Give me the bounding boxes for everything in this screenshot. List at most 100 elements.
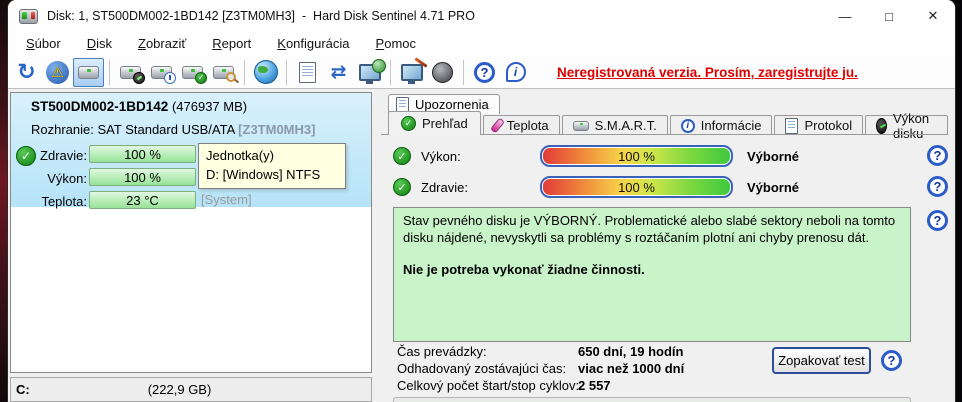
network-disks-icon [253, 60, 278, 84]
sound-button[interactable] [427, 58, 458, 87]
menu-subor[interactable]: Súbor [13, 34, 74, 54]
menu-zobrazit[interactable]: Zobraziť [125, 34, 199, 54]
disk-search-icon [213, 65, 236, 82]
disk-list-item-selected[interactable]: ST500DM002-1BD142 (476937 MB) Rozhranie:… [11, 93, 371, 209]
performance-value: 100 % [543, 148, 730, 164]
status-help-icon[interactable] [927, 210, 948, 231]
disk-icon [78, 65, 99, 79]
performance-row-label: Výkon: [421, 149, 461, 164]
temperature-label: Teplota: [41, 194, 87, 209]
health-help-icon[interactable] [927, 176, 948, 197]
disk-health-button[interactable] [177, 58, 208, 87]
report-button[interactable] [292, 58, 323, 87]
tab-label: Informácie [700, 118, 762, 133]
status-text-box: Stav pevného disku je VÝBORNÝ. Problemat… [393, 207, 911, 342]
help-button[interactable] [469, 58, 500, 87]
menu-bar: Súbor Disk Zobraziť Report Konfigurácia … [8, 32, 955, 56]
disk-performance-button[interactable] [115, 58, 146, 87]
tab-label: Teplota [506, 118, 549, 133]
remote-computer-button[interactable] [354, 58, 386, 87]
sound-icon [432, 61, 453, 83]
performance-help-icon[interactable] [927, 145, 948, 166]
disk-list: ST500DM002-1BD142 (476937 MB) Rozhranie:… [10, 92, 372, 373]
refresh-button[interactable]: ↻ [11, 58, 42, 87]
sync-button[interactable]: ⇄ [323, 58, 354, 87]
volume-tooltip-title: Jednotka(y) [206, 148, 274, 163]
gauge-icon [876, 117, 887, 134]
refresh-icon: ↻ [17, 59, 36, 84]
health-gradient-bar: 100 % [540, 176, 733, 198]
tab-label: Upozornenia [415, 97, 489, 112]
sync-icon: ⇄ [330, 61, 347, 83]
tab-protokol[interactable]: Protokol [774, 115, 864, 135]
hardware-test-icon [400, 63, 423, 84]
tab-label: Výkon disku [892, 110, 930, 141]
status-action-text: Nie je potreba vykonať žiadne činnosti. [403, 262, 645, 278]
partition-drive-letter: C: [16, 382, 30, 397]
tab-smart[interactable]: S.M.A.R.T. [561, 115, 668, 135]
tab-vykon-disku[interactable]: Výkon disku [865, 111, 948, 141]
performance-ok-icon [393, 147, 411, 165]
app-window: Disk: 1, ST500DM002-1BD142 [Z3TM0MH3] - … [8, 0, 955, 402]
disk-health-icon [182, 65, 207, 84]
overview-check-icon [401, 116, 416, 131]
disk-performance-icon [120, 65, 145, 84]
health-row-label: Zdravie: [421, 180, 468, 195]
menu-konfiguracia[interactable]: Konfigurácia [264, 34, 362, 54]
toolbar-separator [390, 59, 391, 85]
health-bar: 100 % [89, 145, 196, 163]
health-rating: Výborné [747, 180, 800, 195]
toolbar: ↻ ⚠ ⇄ Neregistrovaná verzia. Prosím, zar… [8, 56, 955, 89]
tab-label: Prehľad [422, 116, 468, 131]
start-stop-count-value: 2 557 [578, 378, 611, 393]
app-icon [19, 8, 38, 24]
retest-button[interactable]: Zopakovať test [772, 347, 871, 374]
tab-label: S.M.A.R.T. [594, 118, 657, 133]
window-controls: — □ ✕ [823, 0, 955, 32]
disk-alert-button[interactable]: ⚠ [42, 58, 73, 87]
disk-serial: [Z3TM0MH3] [238, 122, 316, 137]
power-on-time-label: Čas prevádzky: [397, 344, 487, 359]
tab-teplota[interactable]: Teplota [482, 115, 560, 135]
tab-strip: Prehľad Teplota S.M.A.R.T. Informácie [388, 111, 950, 141]
disk-interface-label: Rozhranie: [31, 122, 94, 137]
toolbar-separator [244, 59, 245, 85]
start-stop-count-label: Celkový počet štart/stop cyklov: [397, 378, 580, 393]
hardware-test-button[interactable] [396, 58, 427, 87]
disk-interface-value: SAT Standard USB/ATA [97, 122, 235, 137]
info-button[interactable] [500, 58, 531, 87]
performance-bar: 100 % [89, 168, 196, 186]
partition-row[interactable]: C: (222,9 GB) [10, 377, 372, 402]
health-ok-icon [393, 178, 411, 196]
tab-prehlad[interactable]: Prehľad [388, 111, 481, 135]
volume-tooltip: Jednotka(y) D: [Windows] NTFS [198, 143, 346, 189]
toolbar-separator [463, 59, 464, 85]
retest-help-icon[interactable] [881, 350, 902, 371]
disk-model: ST500DM002-1BD142 [31, 99, 169, 114]
performance-gradient-bar: 100 % [540, 145, 733, 167]
volume-tooltip-line: D: [Windows] NTFS [206, 166, 321, 182]
tab-label: Protokol [804, 118, 853, 133]
tab-informacie[interactable]: Informácie [669, 115, 773, 135]
toolbar-separator [286, 59, 287, 85]
close-button[interactable]: ✕ [911, 0, 955, 32]
health-value: 100 % [543, 179, 730, 195]
unregistered-notice-link[interactable]: Neregistrovaná verzia. Prosím, zaregistr… [557, 65, 858, 80]
menu-disk[interactable]: Disk [74, 34, 125, 54]
next-section-edge [393, 397, 911, 402]
toolbar-separator [109, 59, 110, 85]
menu-report[interactable]: Report [199, 34, 264, 54]
smart-disk-icon [572, 120, 589, 131]
minimize-button[interactable]: — [823, 0, 867, 32]
help-icon [474, 61, 495, 83]
thermometer-icon [489, 117, 505, 134]
network-disks-button[interactable] [250, 58, 281, 87]
disk-schedule-icon [151, 65, 176, 84]
disk-schedule-button[interactable] [146, 58, 177, 87]
maximize-button[interactable]: □ [867, 0, 911, 32]
disk-view-button[interactable] [73, 57, 104, 87]
window-title: Disk: 1, ST500DM002-1BD142 [Z3TM0MH3] - … [47, 9, 475, 23]
menu-pomoc[interactable]: Pomoc [363, 34, 429, 54]
title-bar: Disk: 1, ST500DM002-1BD142 [Z3TM0MH3] - … [8, 0, 955, 32]
disk-search-button[interactable] [208, 58, 239, 87]
